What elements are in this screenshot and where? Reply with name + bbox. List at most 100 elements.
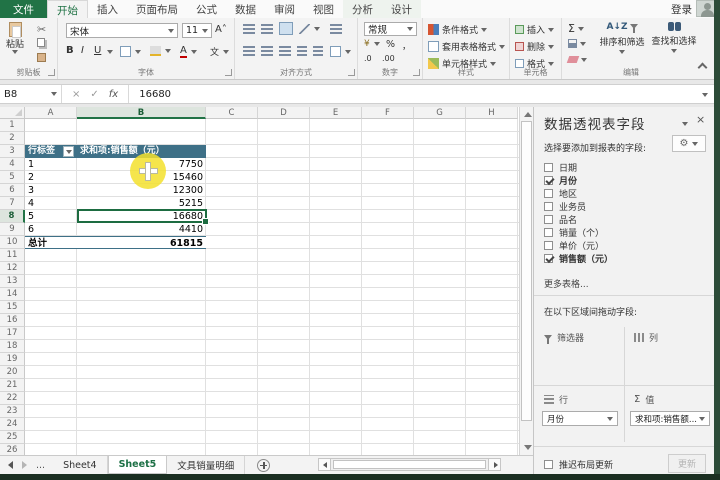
- row-header-9[interactable]: 9: [0, 223, 25, 236]
- insert-function-button[interactable]: fx: [109, 89, 118, 100]
- scroll-up-icon[interactable]: [524, 112, 532, 117]
- pane-close-icon[interactable]: ×: [696, 115, 706, 125]
- worksheet-grid[interactable]: ABCDEFGH 1234567891011121314151617181920…: [0, 107, 519, 455]
- cells-area[interactable]: 行标签求和项:销售额（元）177502154603123004521551668…: [25, 119, 519, 455]
- comma-style-button[interactable]: ，: [402, 39, 411, 52]
- wrap-text-button[interactable]: [330, 24, 342, 34]
- accounting-format-button[interactable]: ¥: [364, 39, 380, 49]
- paste-dropdown-icon[interactable]: [12, 50, 18, 54]
- copy-button[interactable]: [37, 38, 45, 47]
- pivot-total-value[interactable]: 61815: [77, 236, 206, 249]
- top-align-button[interactable]: [243, 24, 255, 34]
- horizontal-scrollbar[interactable]: [318, 458, 501, 471]
- new-sheet-button[interactable]: [257, 459, 270, 472]
- cancel-button[interactable]: ×: [72, 89, 80, 100]
- phonetic-button[interactable]: 文: [210, 45, 229, 58]
- pivot-row-label-4[interactable]: 4: [25, 197, 77, 210]
- ribbon-tab-插入[interactable]: 插入: [88, 0, 127, 18]
- cut-button[interactable]: ✂: [37, 23, 46, 36]
- field-item-销售额（元）[interactable]: 销售额（元）: [544, 252, 706, 265]
- pivot-row-label-2[interactable]: 2: [25, 171, 77, 184]
- row-header-5[interactable]: 5: [0, 171, 25, 184]
- conditional-formatting-button[interactable]: 条件格式: [428, 23, 487, 36]
- percent-style-button[interactable]: %: [386, 39, 395, 50]
- tools-gear-button[interactable]: ⚙: [672, 135, 706, 152]
- next-sheet-icon[interactable]: [22, 461, 27, 469]
- row-header-10[interactable]: 10: [0, 236, 25, 249]
- decrease-decimal-button[interactable]: .00: [382, 54, 395, 63]
- find-select-button[interactable]: 查找和选择: [650, 22, 698, 53]
- field-item-日期[interactable]: 日期: [544, 161, 706, 174]
- field-checkbox-unchecked[interactable]: [544, 189, 553, 198]
- row-header-7[interactable]: 7: [0, 197, 25, 210]
- font-color-button[interactable]: A: [180, 45, 197, 58]
- borders-button[interactable]: [120, 46, 141, 57]
- number-format-combo[interactable]: 常规: [364, 22, 417, 36]
- pivot-row-label-3[interactable]: 3: [25, 184, 77, 197]
- column-header-E[interactable]: E: [310, 107, 362, 119]
- column-header-F[interactable]: F: [362, 107, 414, 119]
- select-all-button[interactable]: [0, 107, 25, 119]
- field-item-地区[interactable]: 地区: [544, 187, 706, 200]
- column-header-D[interactable]: D: [258, 107, 310, 119]
- field-checkbox-checked[interactable]: [544, 254, 553, 263]
- row-header-22[interactable]: 22: [0, 392, 25, 405]
- merge-center-button[interactable]: [330, 46, 351, 57]
- row-header-11[interactable]: 11: [0, 249, 25, 262]
- pivot-total-label[interactable]: 总计: [25, 236, 77, 249]
- row-header-16[interactable]: 16: [0, 314, 25, 327]
- field-checkbox-unchecked[interactable]: [544, 163, 553, 172]
- field-checkbox-unchecked[interactable]: [544, 202, 553, 211]
- middle-align-button[interactable]: [261, 24, 273, 34]
- font-name-combo[interactable]: 宋体: [66, 23, 178, 38]
- fill-button[interactable]: [568, 39, 586, 48]
- vertical-scroll-thumb[interactable]: [521, 121, 532, 421]
- rows-area[interactable]: 行: [544, 393, 568, 406]
- grow-font-button[interactable]: A˄: [215, 24, 227, 35]
- number-dialog-launcher[interactable]: [413, 69, 420, 76]
- values-area[interactable]: Σ 值: [634, 393, 654, 406]
- underline-button[interactable]: U: [94, 45, 101, 56]
- scroll-left-button[interactable]: [318, 458, 331, 471]
- expand-formula-bar-button[interactable]: [696, 85, 714, 104]
- row-header-17[interactable]: 17: [0, 327, 25, 340]
- row-header-19[interactable]: 19: [0, 353, 25, 366]
- row-header-14[interactable]: 14: [0, 288, 25, 301]
- font-dialog-launcher[interactable]: [225, 69, 232, 76]
- row-header-12[interactable]: 12: [0, 262, 25, 275]
- formula-input[interactable]: 16680: [129, 89, 696, 100]
- row-header-6[interactable]: 6: [0, 184, 25, 197]
- sheet-tab-Sheet4[interactable]: Sheet4: [53, 456, 108, 474]
- decrease-indent-button[interactable]: [297, 46, 307, 56]
- name-box[interactable]: B8: [0, 85, 62, 103]
- autosum-button[interactable]: Σ: [568, 22, 584, 35]
- row-header-13[interactable]: 13: [0, 275, 25, 288]
- sheet-overflow-button[interactable]: ...: [36, 460, 45, 471]
- field-checkbox-checked[interactable]: [544, 176, 553, 185]
- bold-button[interactable]: B: [66, 45, 74, 56]
- ribbon-tab-分析[interactable]: 分析: [343, 0, 382, 18]
- insert-cells-button[interactable]: 插入: [515, 23, 554, 36]
- row-header-2[interactable]: 2: [0, 132, 25, 145]
- pivot-row-label-5[interactable]: 5: [25, 210, 77, 223]
- column-header-G[interactable]: G: [414, 107, 466, 119]
- row-header-1[interactable]: 1: [0, 119, 25, 132]
- sign-in-link[interactable]: 登录: [671, 2, 692, 17]
- column-header-H[interactable]: H: [466, 107, 518, 119]
- pivot-row-label-1[interactable]: 1: [25, 158, 77, 171]
- defer-layout-checkbox[interactable]: 推迟布局更新: [544, 458, 613, 471]
- filters-area[interactable]: 筛选器: [544, 331, 584, 344]
- column-header-C[interactable]: C: [206, 107, 258, 119]
- ribbon-tab-设计[interactable]: 设计: [382, 0, 421, 18]
- row-header-21[interactable]: 21: [0, 379, 25, 392]
- font-size-combo[interactable]: 11: [182, 23, 212, 38]
- field-item-月份[interactable]: 月份: [544, 174, 706, 187]
- fill-color-button[interactable]: [150, 46, 171, 56]
- sheet-tab-文具销量明细[interactable]: 文具销量明细: [167, 456, 245, 474]
- field-item-业务员[interactable]: 业务员: [544, 200, 706, 213]
- field-checkbox-unchecked[interactable]: [544, 215, 553, 224]
- clear-button[interactable]: [568, 56, 587, 63]
- column-header-A[interactable]: A: [25, 107, 77, 119]
- paste-button[interactable]: 粘贴: [6, 22, 24, 54]
- pivot-value-6[interactable]: 4410: [77, 223, 206, 236]
